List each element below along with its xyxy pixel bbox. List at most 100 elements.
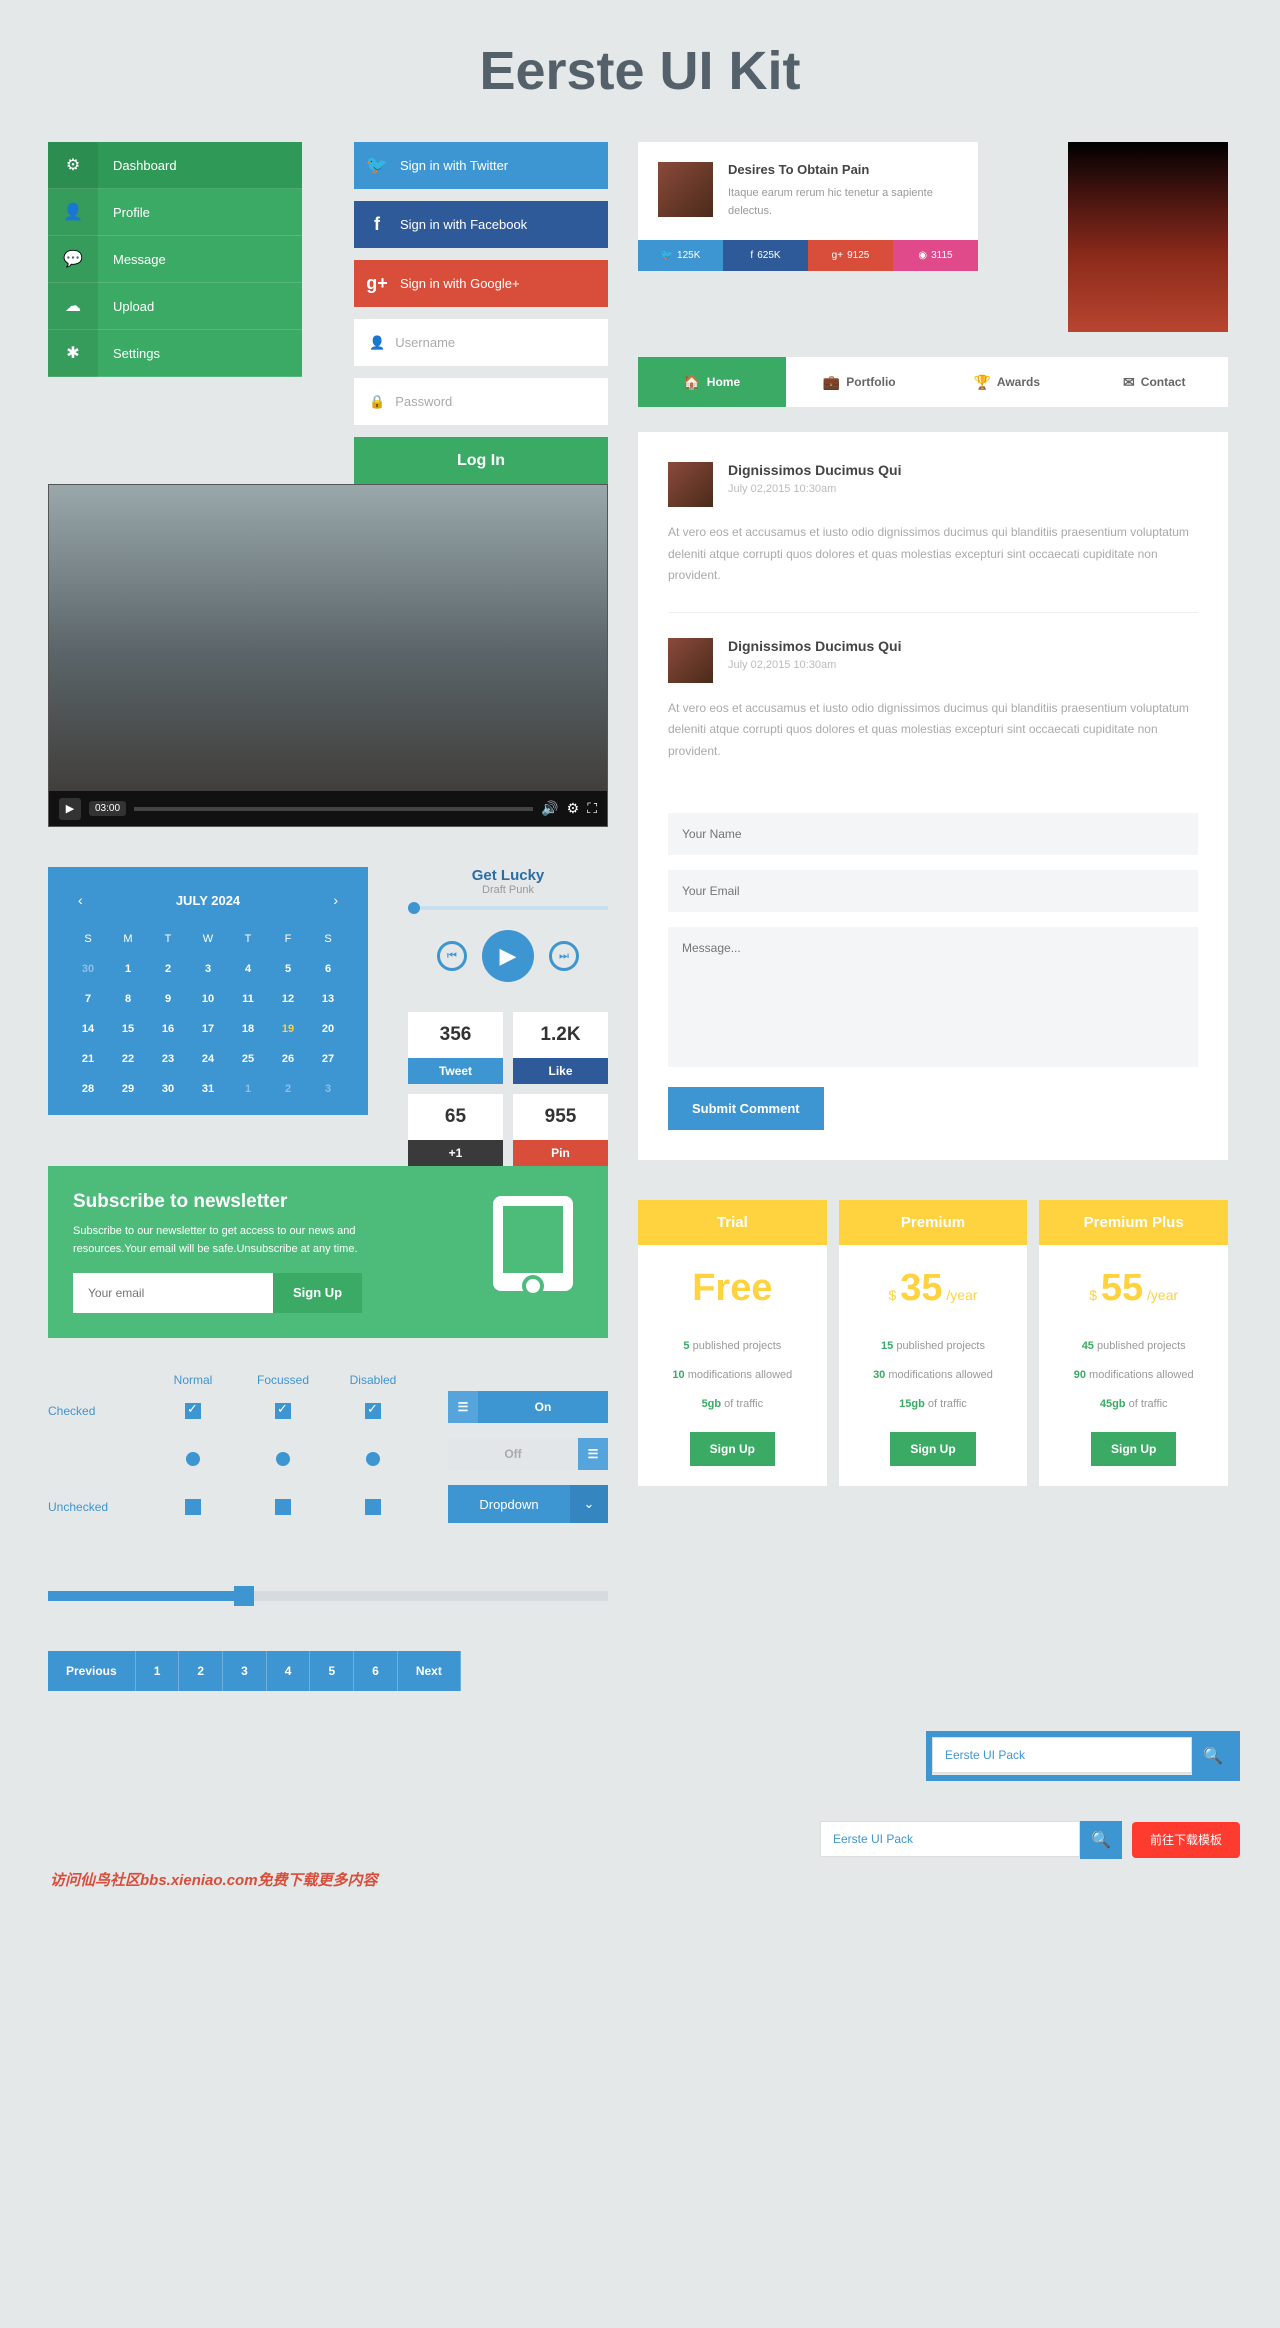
share-button[interactable]: Tweet (408, 1058, 503, 1084)
google-stat[interactable]: g+ 9125 (808, 240, 893, 271)
cal-day[interactable]: 30 (148, 1083, 188, 1095)
signin-facebook-button[interactable]: fSign in with Facebook (354, 201, 608, 248)
username-input[interactable]: 👤Username (354, 319, 608, 366)
plan-signup-button[interactable]: Sign Up (690, 1432, 775, 1466)
plan-signup-button[interactable]: Sign Up (1091, 1432, 1176, 1466)
cal-day[interactable]: 16 (148, 1023, 188, 1035)
cal-day[interactable]: 23 (148, 1053, 188, 1065)
page-button[interactable]: 1 (136, 1651, 180, 1691)
tab-home[interactable]: 🏠Home (638, 357, 786, 407)
radio[interactable] (366, 1452, 380, 1466)
share-button[interactable]: +1 (408, 1140, 503, 1166)
cal-day[interactable]: 3 (308, 1083, 348, 1095)
sidebar-item-profile[interactable]: 👤Profile (48, 189, 302, 236)
cal-day[interactable]: 29 (108, 1083, 148, 1095)
next-track-button[interactable]: ⏭ (549, 941, 579, 971)
cal-day[interactable]: 8 (108, 993, 148, 1005)
checkbox[interactable] (275, 1499, 291, 1515)
radio[interactable] (276, 1452, 290, 1466)
plan-signup-button[interactable]: Sign Up (890, 1432, 975, 1466)
cal-day[interactable]: 11 (228, 993, 268, 1005)
prev-track-button[interactable]: ⏮ (437, 941, 467, 971)
login-button[interactable]: Log In (354, 437, 608, 484)
comment-email-input[interactable] (668, 870, 1198, 912)
cal-day[interactable]: 21 (68, 1053, 108, 1065)
fullscreen-icon[interactable]: ⛶ (587, 800, 597, 817)
sidebar-item-upload[interactable]: ☁Upload (48, 283, 302, 330)
password-input[interactable]: 🔒Password (354, 378, 608, 425)
facebook-stat[interactable]: f 625K (723, 240, 808, 271)
radio[interactable] (186, 1452, 200, 1466)
cal-day[interactable]: 18 (228, 1023, 268, 1035)
page-button[interactable]: Next (398, 1651, 461, 1691)
tab-contact[interactable]: ✉Contact (1081, 357, 1229, 407)
cal-day[interactable]: 9 (148, 993, 188, 1005)
settings-icon[interactable]: ⚙ (567, 800, 580, 817)
music-seekbar[interactable] (408, 906, 608, 910)
tab-portfolio[interactable]: 💼Portfolio (786, 357, 934, 407)
newsletter-signup-button[interactable]: Sign Up (273, 1273, 362, 1313)
cal-day[interactable]: 7 (68, 993, 108, 1005)
page-button[interactable]: 6 (354, 1651, 398, 1691)
search-button[interactable]: 🔍 (1080, 1821, 1122, 1859)
cal-prev-button[interactable]: ‹ (78, 892, 83, 908)
cal-next-button[interactable]: › (333, 892, 338, 908)
volume-icon[interactable]: 🔊 (541, 800, 558, 817)
cal-day[interactable]: 15 (108, 1023, 148, 1035)
sidebar-item-message[interactable]: 💬Message (48, 236, 302, 283)
cal-day[interactable]: 24 (188, 1053, 228, 1065)
signin-google-button[interactable]: g+Sign in with Google+ (354, 260, 608, 307)
cal-day[interactable]: 1 (228, 1083, 268, 1095)
play-button[interactable]: ▶ (59, 798, 81, 820)
cal-day[interactable]: 4 (228, 963, 268, 975)
submit-comment-button[interactable]: Submit Comment (668, 1087, 824, 1130)
page-button[interactable]: 4 (267, 1651, 311, 1691)
cal-day[interactable]: 19 (268, 1023, 308, 1035)
slider-handle[interactable] (234, 1586, 254, 1606)
tab-awards[interactable]: 🏆Awards (933, 357, 1081, 407)
range-slider[interactable] (48, 1591, 608, 1601)
cal-day[interactable]: 6 (308, 963, 348, 975)
page-button[interactable]: 3 (223, 1651, 267, 1691)
cal-day[interactable]: 10 (188, 993, 228, 1005)
page-button[interactable]: 2 (179, 1651, 223, 1691)
cal-day[interactable]: 3 (188, 963, 228, 975)
signin-twitter-button[interactable]: 🐦Sign in with Twitter (354, 142, 608, 189)
dropdown[interactable]: Dropdown ⌄ (448, 1485, 608, 1523)
cal-day[interactable]: 2 (148, 963, 188, 975)
cal-day[interactable]: 27 (308, 1053, 348, 1065)
cal-day[interactable]: 5 (268, 963, 308, 975)
video-seekbar[interactable] (134, 807, 533, 811)
newsletter-email-input[interactable] (73, 1273, 273, 1313)
checkbox[interactable] (365, 1499, 381, 1515)
sidebar-item-dashboard[interactable]: ⚙Dashboard (48, 142, 302, 189)
cal-day[interactable]: 12 (268, 993, 308, 1005)
cal-day[interactable]: 25 (228, 1053, 268, 1065)
cal-day[interactable]: 13 (308, 993, 348, 1005)
search-input[interactable] (820, 1821, 1080, 1857)
cal-day[interactable]: 20 (308, 1023, 348, 1035)
checkbox[interactable] (275, 1403, 291, 1419)
video-player[interactable]: ▶ 03:00 🔊 ⚙ ⛶ (48, 484, 608, 827)
twitter-stat[interactable]: 🐦 125K (638, 240, 723, 271)
checkbox[interactable] (365, 1403, 381, 1419)
cal-day[interactable]: 17 (188, 1023, 228, 1035)
sidebar-item-settings[interactable]: ✱Settings (48, 330, 302, 377)
toggle-on[interactable]: ☰On (448, 1391, 608, 1423)
share-button[interactable]: Like (513, 1058, 608, 1084)
search-input[interactable] (932, 1737, 1192, 1773)
dribbble-stat[interactable]: ◉ 3115 (893, 240, 978, 271)
cal-day[interactable]: 28 (68, 1083, 108, 1095)
cal-day[interactable]: 2 (268, 1083, 308, 1095)
share-button[interactable]: Pin (513, 1140, 608, 1166)
comment-name-input[interactable] (668, 813, 1198, 855)
checkbox[interactable] (185, 1403, 201, 1419)
page-button[interactable]: 5 (310, 1651, 354, 1691)
cal-day[interactable]: 22 (108, 1053, 148, 1065)
toggle-off[interactable]: Off☰ (448, 1438, 608, 1470)
play-track-button[interactable]: ▶ (482, 930, 534, 982)
cal-day[interactable]: 26 (268, 1053, 308, 1065)
cal-day[interactable]: 31 (188, 1083, 228, 1095)
search-button[interactable]: 🔍 (1192, 1737, 1234, 1775)
comment-message-input[interactable] (668, 927, 1198, 1067)
